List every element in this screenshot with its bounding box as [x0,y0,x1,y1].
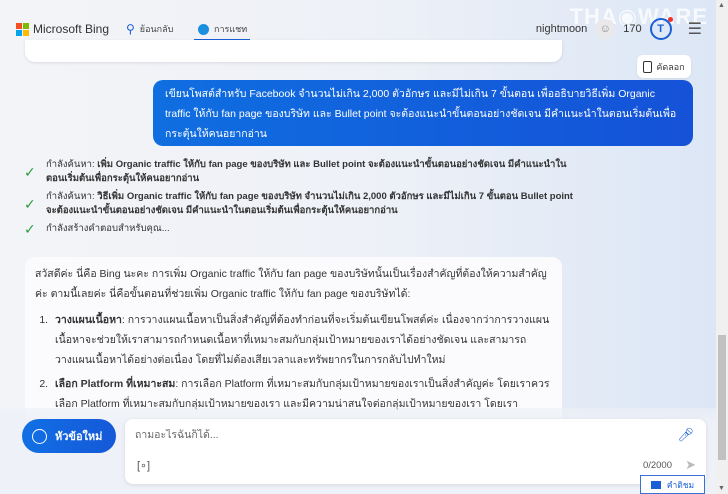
chat-icon [198,23,209,35]
check-icon: ✓ [24,164,36,180]
menu-icon[interactable]: ☰ [688,19,702,39]
progress-step: ✓ กำลังสร้างคำตอบสำหรับคุณ... [24,222,584,236]
new-chat-icon [32,428,47,444]
scroll-down-icon[interactable]: ▼ [718,485,725,492]
new-topic-button[interactable]: หัวข้อใหม่ [22,419,116,453]
rewards-trophy-icon[interactable]: T [649,17,673,40]
item-text: : การวางแผนเนื้อหาเป็นสิ่งสำคัญที่ต้องทำ… [55,314,550,366]
scrollbar-thumb[interactable] [718,335,726,460]
char-counter: 0/2000 [642,460,672,471]
item-title: วางแผนเนื้อหา [55,314,122,326]
search-progress: ✓ กำลังค้นหา: เพิ่ม Organic traffic ให้กั… [24,158,584,240]
progress-step: ✓ กำลังค้นหา: วิธีเพิ่ม Organic traffic ใ… [24,190,584,218]
feedback-icon [650,480,661,489]
nav-chat[interactable]: การแชท [198,22,247,36]
microphone-icon[interactable]: 🎤︎ [677,427,694,443]
check-icon: ✓ [24,196,36,212]
feedback-label: คำติชม [666,479,695,490]
feedback-button[interactable]: คำติชม [640,475,705,494]
bing-logo[interactable]: Microsoft Bing [16,22,109,36]
progress-step: ✓ กำลังค้นหา: เพิ่ม Organic traffic ให้กั… [24,158,584,186]
nav-back-label: ย้อนกลับ [139,24,174,34]
step-prefix: กำลังค้นหา: [46,159,95,170]
response-intro: สวัสดีค่ะ นี่คือ Bing นะคะ การเพิ่ม Orga… [35,268,547,300]
microsoft-logo-icon [16,22,29,36]
brand-name: Microsoft Bing [33,22,110,36]
scroll-up-icon[interactable]: ▲ [718,2,725,9]
nav-chat-label: การแชท [214,24,248,34]
check-icon: ✓ [24,221,36,237]
response-item: วางแผนเนื้อหา: การวางแผนเนื้อหาเป็นสิ่งส… [51,310,552,370]
username[interactable]: nightmoon [536,23,587,35]
item-title: เลือก Platform ที่เหมาะสม [55,378,176,390]
scrollbar[interactable]: ▲ ▼ [716,0,728,494]
step-prefix: กำลังสร้างคำตอบสำหรับคุณ... [46,223,170,234]
chat-input[interactable] [135,429,655,441]
user-message: เขียนโพสต์สำหรับ Facebook จำนวนไม่เกิน 2… [153,80,693,146]
previous-card [25,40,562,62]
copy-label: คัดลอก [656,61,685,72]
bot-response: สวัสดีค่ะ นี่คือ Bing นะคะ การเพิ่ม Orga… [25,257,562,427]
visual-search-icon[interactable]: [∘] [137,459,150,472]
copy-icon [643,60,653,73]
step-query: วิธีเพิ่ม Organic traffic ให้กับ fan pag… [46,191,573,216]
step-prefix: กำลังค้นหา: [46,191,95,202]
copy-button[interactable]: คัดลอก [637,55,691,78]
chat-composer: 🎤︎ [∘] 0/2000 ➤ [125,419,706,484]
new-topic-label: หัวข้อใหม่ [55,431,103,443]
send-icon[interactable]: ➤ [685,457,696,473]
nav-back[interactable]: ⚲ ย้อนกลับ [126,22,173,36]
search-icon: ⚲ [126,22,135,36]
avatar-icon[interactable]: ☺ [595,19,616,39]
points[interactable]: 170 [623,23,641,35]
step-query: เพิ่ม Organic traffic ให้กับ fan page ขอ… [46,159,567,184]
